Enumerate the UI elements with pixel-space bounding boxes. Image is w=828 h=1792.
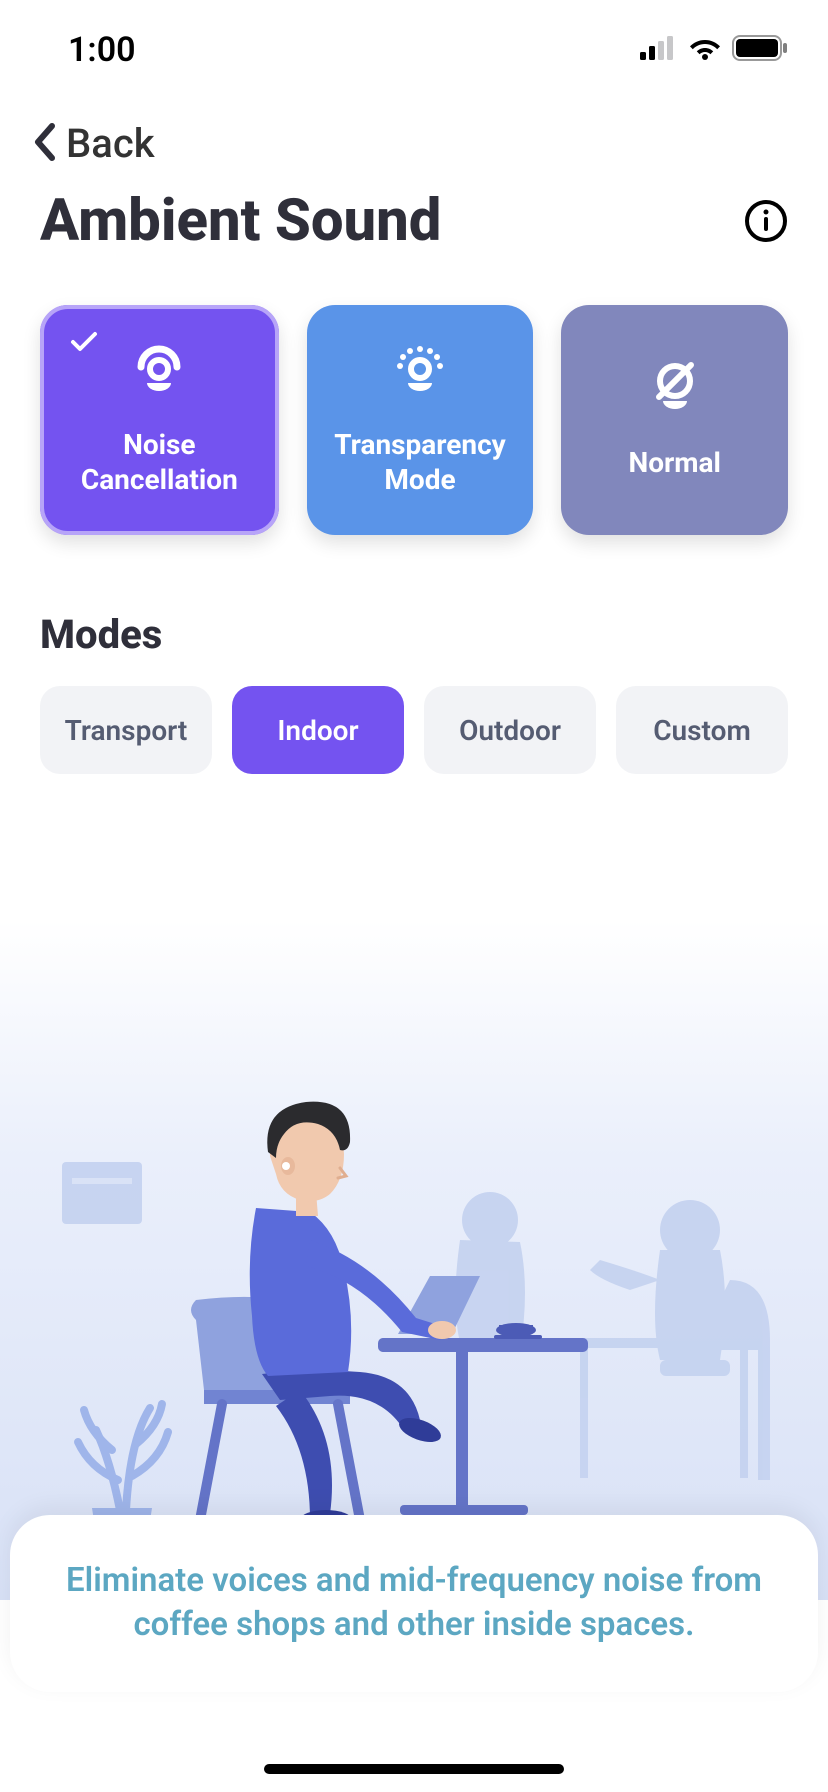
chevron-left-icon [30, 122, 60, 166]
card-label: Normal [628, 445, 720, 480]
home-indicator[interactable] [264, 1764, 564, 1774]
mode-illustration [0, 920, 828, 1600]
back-label: Back [66, 120, 155, 167]
chip-label: Transport [65, 714, 188, 747]
chip-label: Custom [653, 714, 751, 747]
sound-mode-cards: Noise Cancellation Transparency Mode [0, 285, 828, 575]
normal-icon [643, 357, 707, 419]
chip-label: Indoor [277, 714, 358, 747]
chip-custom[interactable]: Custom [616, 686, 788, 774]
chip-label: Outdoor [459, 714, 561, 747]
card-transparency-mode[interactable]: Transparency Mode [307, 305, 534, 535]
page-title: Ambient Sound [40, 187, 441, 255]
info-icon [744, 199, 788, 243]
modes-section-title: Modes [0, 575, 828, 686]
status-time: 1:00 [68, 30, 136, 70]
title-row: Ambient Sound [0, 177, 828, 285]
status-indicators [640, 35, 788, 65]
card-label: Noise Cancellation [81, 427, 238, 497]
chip-indoor[interactable]: Indoor [232, 686, 404, 774]
card-normal[interactable]: Normal [561, 305, 788, 535]
cellular-icon [640, 36, 678, 64]
checkmark-icon [70, 331, 98, 357]
status-bar: 1:00 [0, 0, 828, 100]
description-text: Eliminate voices and mid-frequency noise… [50, 1559, 778, 1648]
card-noise-cancellation[interactable]: Noise Cancellation [40, 305, 279, 535]
transparency-icon [388, 339, 452, 401]
chip-transport[interactable]: Transport [40, 686, 212, 774]
card-label: Transparency Mode [334, 427, 506, 497]
mode-chips: Transport Indoor Outdoor Custom [0, 686, 828, 774]
info-button[interactable] [744, 199, 788, 243]
wifi-icon [688, 36, 722, 64]
description-card: Eliminate voices and mid-frequency noise… [10, 1515, 818, 1692]
battery-icon [732, 35, 788, 65]
chip-outdoor[interactable]: Outdoor [424, 686, 596, 774]
back-button[interactable]: Back [0, 100, 828, 177]
noise-cancellation-icon [127, 339, 191, 401]
